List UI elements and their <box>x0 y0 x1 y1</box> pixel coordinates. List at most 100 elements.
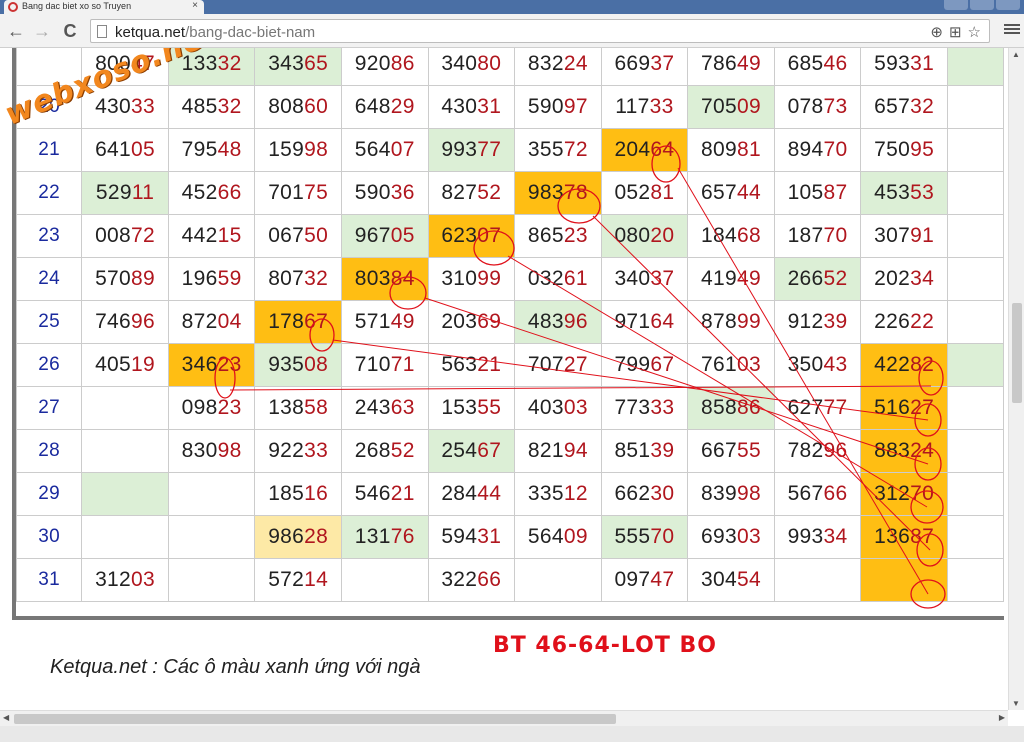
result-cell: 08020 <box>600 214 689 258</box>
result-tail-digits: 97 <box>563 95 588 118</box>
maximize-button[interactable] <box>970 0 994 10</box>
day-cell: 22 <box>15 171 83 215</box>
result-cell: 07873 <box>773 85 862 129</box>
result-tail-digits: 07 <box>477 224 502 247</box>
result-head-digits: 983 <box>527 181 564 204</box>
result-cell: 62777 <box>773 386 862 430</box>
result-head-digits: 648 <box>354 95 391 118</box>
address-bar[interactable]: ketqua.net/bang-dac-biet-nam ⊕ ⊞ ☆ <box>90 19 990 43</box>
result-head-digits: 202 <box>874 267 911 290</box>
result-cell <box>860 558 948 602</box>
result-head-digits: 564 <box>354 138 391 161</box>
result-cell: 56407 <box>340 128 429 172</box>
translate-icon[interactable]: ⊞ <box>949 23 962 41</box>
menu-icon[interactable] <box>1004 22 1020 38</box>
result-cell: 83224 <box>514 48 602 86</box>
result-tail-digits: 70 <box>823 138 848 161</box>
edge-cell <box>946 48 1005 86</box>
result-head-digits: 204 <box>614 138 651 161</box>
result-tail-digits: 66 <box>477 568 502 591</box>
result-tail-digits: 32 <box>217 52 242 75</box>
result-head-digits: 187 <box>787 224 824 247</box>
result-cell: 66755 <box>687 429 775 473</box>
result-cell: 09823 <box>167 386 256 430</box>
scroll-down-icon[interactable]: ▼ <box>1012 699 1020 708</box>
horizontal-scrollbar[interactable]: ◀ ▶ <box>0 710 1008 726</box>
minimize-button[interactable] <box>944 0 968 10</box>
result-tail-digits: 44 <box>477 482 502 505</box>
horizontal-scroll-thumb[interactable] <box>14 714 616 724</box>
url-path: /bang-dac-biet-nam <box>185 24 316 41</box>
favicon-icon <box>8 2 18 12</box>
result-cell: 42282 <box>860 343 948 387</box>
result-cell: 80384 <box>340 257 429 301</box>
result-tail-digits: 96 <box>131 310 155 333</box>
result-tail-digits: 27 <box>910 396 935 419</box>
table-row: 27 09823 13858 24363 15355 40303 77333 85886 627… <box>15 386 1005 430</box>
day-cell: 28 <box>15 429 83 473</box>
scroll-left-icon[interactable]: ◀ <box>3 713 9 722</box>
result-cell: 85886 <box>687 386 775 430</box>
result-cell: 15355 <box>427 386 516 430</box>
result-cell: 20369 <box>427 300 516 344</box>
result-head-digits: 807 <box>268 267 305 290</box>
result-tail-digits: 33 <box>649 95 674 118</box>
result-cell: 45353 <box>860 171 948 215</box>
result-tail-digits: 59 <box>217 267 242 290</box>
result-cell: 25467 <box>427 429 516 473</box>
result-cell: 80732 <box>254 257 342 301</box>
result-tail-digits: 22 <box>910 310 935 333</box>
forward-arrow-icon[interactable]: → <box>32 21 52 41</box>
day-cell: 24 <box>15 257 83 301</box>
result-head-digits: 117 <box>615 95 650 118</box>
result-tail-digits: 44 <box>736 181 761 204</box>
result-head-digits: 641 <box>95 138 132 161</box>
vertical-scrollbar[interactable]: ▲ ▼ <box>1008 48 1024 710</box>
result-head-digits: 080 <box>614 224 651 247</box>
tab-close-icon[interactable]: × <box>192 0 198 12</box>
result-cell: 51627 <box>860 386 948 430</box>
result-head-digits: 131 <box>354 525 391 548</box>
reload-icon[interactable]: C <box>60 21 80 41</box>
result-head-digits: 485 <box>181 95 218 118</box>
result-tail-digits: 31 <box>910 52 935 75</box>
result-tail-digits: 32 <box>304 267 329 290</box>
result-tail-digits: 99 <box>736 310 761 333</box>
edge-cell <box>946 171 1005 215</box>
result-cell: 18770 <box>773 214 862 258</box>
scroll-right-icon[interactable]: ▶ <box>999 713 1005 722</box>
result-cell <box>514 558 602 602</box>
result-head-digits: 419 <box>701 267 737 290</box>
result-head-digits: 196 <box>181 267 218 290</box>
result-head-digits: 710 <box>354 353 391 376</box>
vertical-scroll-thumb[interactable] <box>1012 303 1022 403</box>
result-tail-digits: 55 <box>477 396 502 419</box>
browser-tab[interactable]: Bang dac biet xo so Truyen × <box>4 0 204 14</box>
bookmark-star-icon[interactable]: ☆ <box>968 23 981 41</box>
result-tail-digits: 29 <box>390 95 415 118</box>
result-head-digits: 782 <box>787 439 824 462</box>
zoom-icon[interactable]: ⊕ <box>930 23 943 41</box>
result-cell <box>81 472 169 516</box>
close-window-button[interactable] <box>996 0 1020 10</box>
result-tail-digits: 82 <box>910 353 935 376</box>
result-head-digits: 750 <box>874 138 911 161</box>
result-cell: 99377 <box>427 128 516 172</box>
result-cell: 70175 <box>254 171 342 215</box>
result-tail-digits: 76 <box>390 525 415 548</box>
scroll-up-icon[interactable]: ▲ <box>1012 50 1020 59</box>
edge-cell <box>946 386 1005 430</box>
result-cell: 22622 <box>860 300 948 344</box>
result-tail-digits: 24 <box>563 52 588 75</box>
url-text: ketqua.net/bang-dac-biet-nam <box>115 24 315 41</box>
result-head-digits: 266 <box>787 267 824 290</box>
result-cell: 89470 <box>773 128 862 172</box>
result-cell: 56409 <box>514 515 602 559</box>
status-bar <box>0 726 1024 742</box>
result-tail-digits: 98 <box>304 138 329 161</box>
result-tail-digits: 63 <box>390 396 415 419</box>
result-tail-digits: 96 <box>823 439 848 462</box>
result-cell: 09747 <box>600 558 689 602</box>
result-tail-digits: 98 <box>217 439 242 462</box>
back-arrow-icon[interactable]: ← <box>6 21 26 41</box>
